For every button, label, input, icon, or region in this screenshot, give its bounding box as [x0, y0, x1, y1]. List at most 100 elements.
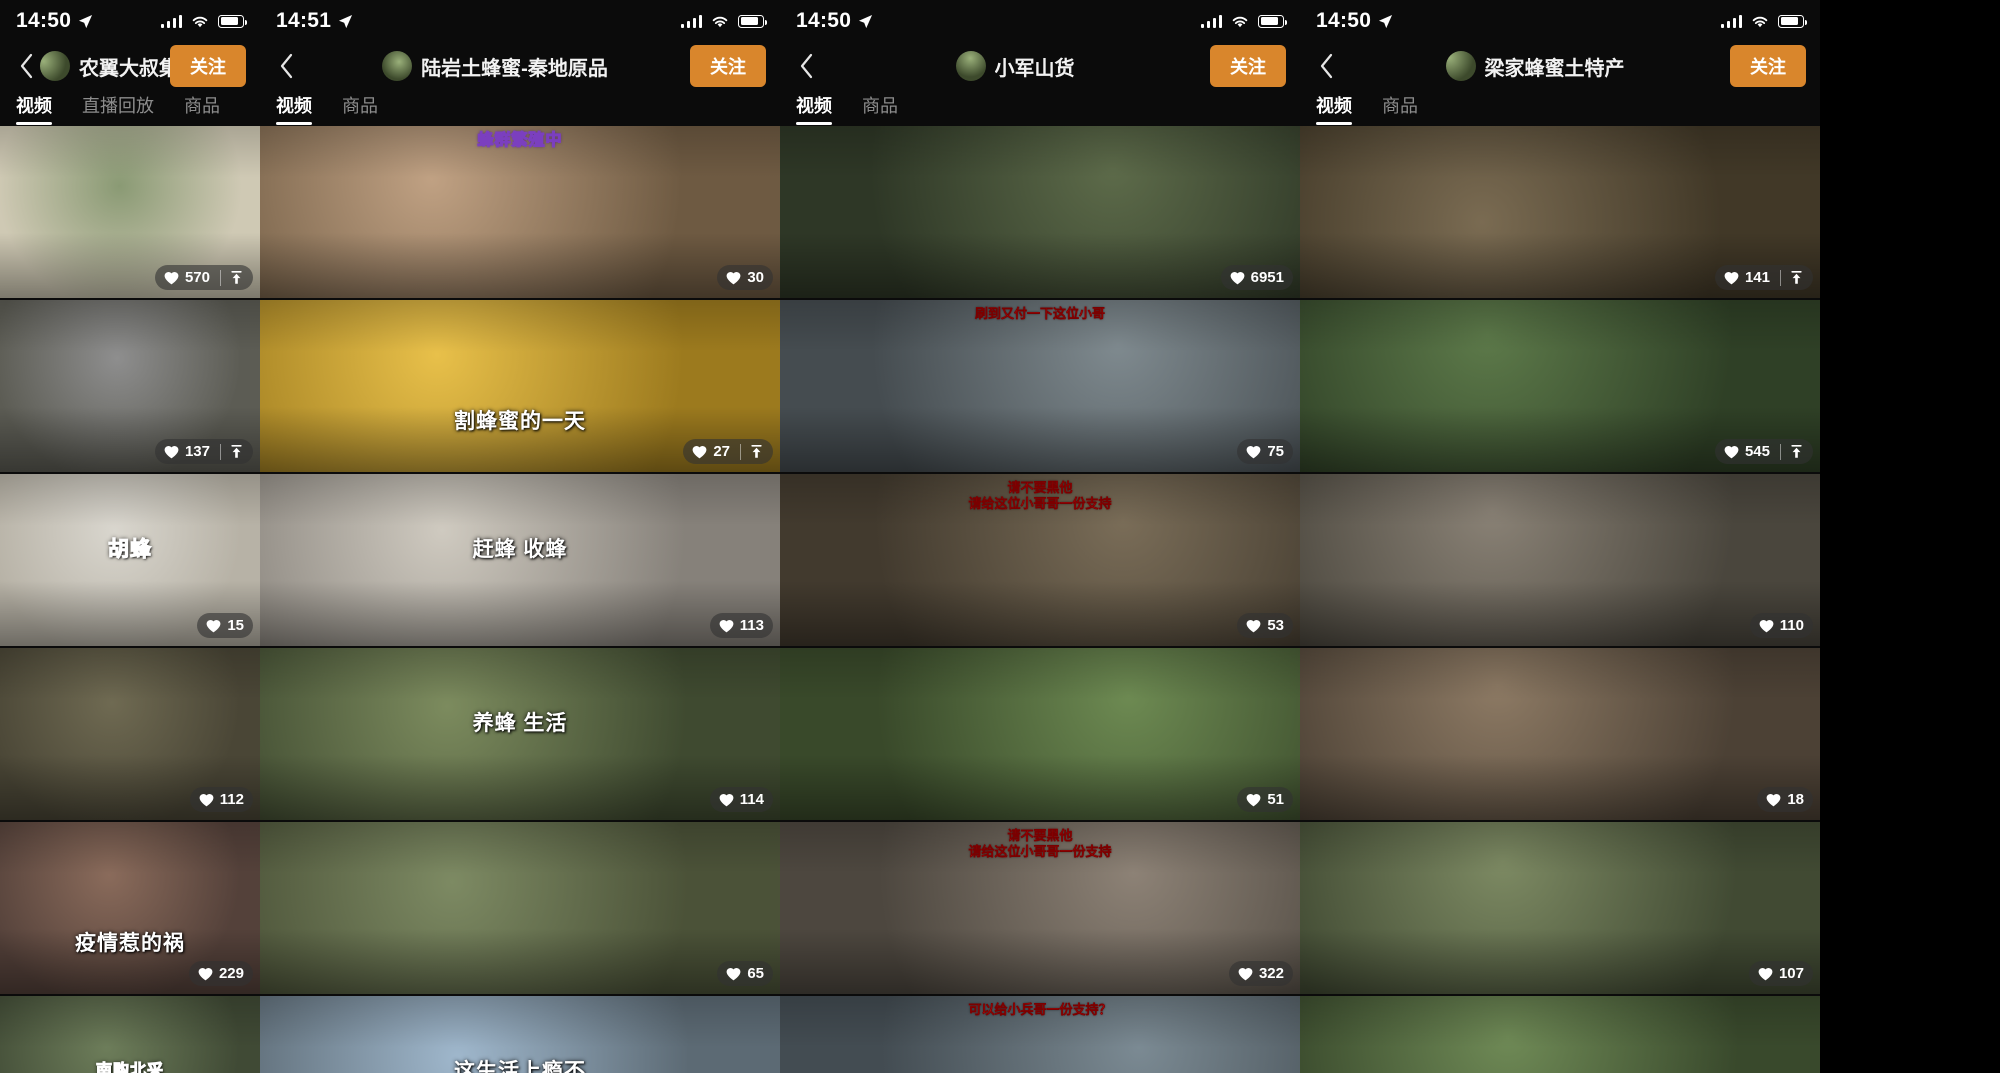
video-grid: 1415451101810753109刷到的朋友请支持一下这位小哥4318帮我点…: [1300, 126, 1820, 1073]
like-count: 229: [218, 965, 244, 982]
like-count-badge: 15: [197, 613, 253, 638]
profile-identity[interactable]: 小军山货: [820, 51, 1210, 81]
video-tile[interactable]: 110: [1300, 474, 1820, 646]
tab-1[interactable]: 视频: [1316, 92, 1352, 125]
like-count-badge: 570: [154, 265, 253, 290]
thumbnail-gradient: [260, 126, 780, 298]
video-tile[interactable]: 6951: [780, 126, 1300, 298]
multi-panel-screenshot-strip: 14:50 农翼大叔集 关注 视频 直播回放 商品 570 137 胡蜂 15 …: [0, 0, 2000, 1073]
video-caption: 割蜂蜜的一天: [454, 409, 586, 433]
follow-button[interactable]: 关注: [690, 45, 766, 87]
pin-to-top-icon[interactable]: [229, 444, 244, 459]
video-tile[interactable]: 107: [1300, 822, 1820, 994]
pin-to-top-icon[interactable]: [1789, 444, 1804, 459]
video-tile[interactable]: 疫情惹的祸 229: [0, 822, 260, 994]
video-tile[interactable]: 胡蜂 15: [0, 474, 260, 646]
chevron-left-icon: [20, 53, 33, 79]
heart-icon: [719, 793, 734, 806]
chevron-left-icon: [1320, 53, 1333, 79]
like-count-badge: 27: [683, 439, 773, 464]
video-tile[interactable]: 请不要黑他 请给这位小哥哥一份支持 53: [780, 474, 1300, 646]
video-tile[interactable]: 545: [1300, 300, 1820, 472]
tab-1[interactable]: 视频: [796, 92, 832, 125]
tab-3[interactable]: 商品: [184, 92, 220, 124]
follow-button[interactable]: 关注: [1210, 45, 1286, 87]
heart-icon: [1238, 967, 1253, 980]
status-left: 14:50: [796, 9, 873, 33]
profile-identity[interactable]: 梁家蜂蜜土特产: [1340, 51, 1730, 81]
page-title: 农翼大叔集安蜂蜜: [79, 57, 170, 80]
tab-2[interactable]: 商品: [342, 92, 378, 124]
avatar[interactable]: [382, 51, 413, 81]
video-tile[interactable]: 刷到又付一下这位小哥 75: [780, 300, 1300, 472]
video-tile[interactable]: 割蜂蜜的一天 27: [260, 300, 780, 472]
heart-icon: [1766, 793, 1781, 806]
video-tile[interactable]: 137: [0, 300, 260, 472]
signal-bars-icon: [1720, 14, 1742, 28]
avatar[interactable]: [955, 51, 986, 81]
video-tile[interactable]: 请不要黑他 请给这位小哥哥一份支持 322: [780, 822, 1300, 994]
back-button[interactable]: [274, 53, 300, 79]
tab-2[interactable]: 商品: [862, 92, 898, 124]
profile-panel-1: 14:50 农翼大叔集 关注 视频 直播回放 商品 570 137 胡蜂 15 …: [0, 0, 260, 1073]
like-count: 141: [1744, 269, 1770, 286]
video-tile[interactable]: 51: [780, 648, 1300, 820]
nav-bar: 农翼大叔集安蜂蜜 关注: [0, 42, 260, 90]
video-tile[interactable]: 蜂群繁殖中 30: [260, 126, 780, 298]
location-arrow-icon: [339, 14, 353, 28]
video-grid: 蜂群繁殖中 30 割蜂蜜的一天 27 赶蜂 收蜂 113 养蜂 生活 114 65 这生活上瘾不1…: [260, 126, 780, 1073]
video-tile[interactable]: 养蜂 生活 114: [260, 648, 780, 820]
video-tile[interactable]: 112: [0, 648, 260, 820]
back-button[interactable]: [794, 53, 820, 79]
video-tile[interactable]: 赶蜂 收蜂 113: [260, 474, 780, 646]
wifi-icon: [712, 16, 728, 27]
thumbnail-gradient: [1300, 822, 1820, 994]
profile-identity[interactable]: 陆岩土蜂蜜-秦地原品: [300, 51, 690, 81]
page-title: 梁家蜂蜜土特产: [1484, 57, 1625, 80]
video-tile[interactable]: 53: [1300, 996, 1820, 1073]
pin-to-top-icon[interactable]: [1789, 270, 1804, 285]
video-tile[interactable]: 这生活上瘾不102: [260, 996, 780, 1073]
pin-to-top-icon[interactable]: [229, 270, 244, 285]
video-tile[interactable]: 570: [0, 126, 260, 298]
avatar[interactable]: [40, 51, 70, 81]
like-count-badge: 107: [1748, 961, 1813, 986]
badge-divider: [220, 269, 221, 286]
video-tile[interactable]: 可以给小兵哥一份支持？50: [780, 996, 1300, 1073]
heart-icon: [206, 619, 221, 632]
heart-icon: [726, 967, 741, 980]
heart-icon: [1758, 967, 1773, 980]
status-bar: 14:50: [1300, 0, 1820, 42]
video-tile[interactable]: 18: [1300, 648, 1820, 820]
back-button[interactable]: [1314, 53, 1340, 79]
page-title: 陆岩土蜂蜜-秦地原品: [421, 57, 608, 80]
tab-bar: 视频 直播回放 商品: [0, 90, 260, 126]
tab-1[interactable]: 视频: [16, 92, 52, 125]
location-arrow-icon: [79, 14, 93, 28]
follow-button[interactable]: 关注: [170, 45, 246, 87]
follow-button[interactable]: 关注: [1730, 45, 1806, 87]
video-caption: 请不要黑他 请给这位小哥哥一份支持: [968, 480, 1112, 512]
video-tile[interactable]: 南购北采200: [0, 996, 260, 1073]
profile-panel-3: 14:50 小军山货 关注 视频 商品 6951 刷到又付一下这位小哥 75 请…: [780, 0, 1300, 1073]
like-count: 137: [184, 443, 210, 460]
tab-1[interactable]: 视频: [276, 92, 312, 125]
avatar[interactable]: [1445, 51, 1476, 81]
video-caption: 刷到又付一下这位小哥: [974, 306, 1105, 321]
status-time: 14:50: [796, 9, 852, 32]
tab-2[interactable]: 商品: [1382, 92, 1418, 124]
battery-icon: [218, 14, 247, 28]
pin-to-top-icon[interactable]: [749, 444, 764, 459]
video-caption: 赶蜂 收蜂: [472, 537, 568, 561]
tab-2[interactable]: 直播回放: [82, 92, 154, 124]
profile-identity[interactable]: 农翼大叔集安蜂蜜: [40, 51, 170, 81]
heart-icon: [1759, 619, 1774, 632]
video-tile[interactable]: 65: [260, 822, 780, 994]
like-count: 107: [1778, 965, 1804, 982]
status-left: 14:50: [16, 9, 93, 33]
thumbnail-gradient: [780, 300, 1300, 472]
page-title: 小军山货: [994, 57, 1075, 80]
back-button[interactable]: [14, 53, 40, 79]
like-count: 110: [1779, 617, 1804, 634]
video-tile[interactable]: 141: [1300, 126, 1820, 298]
